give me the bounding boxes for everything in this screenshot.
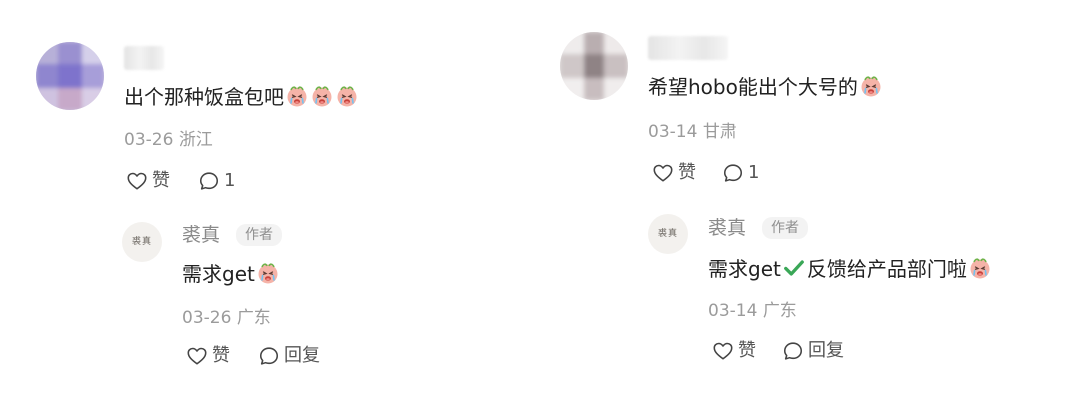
heart-outline-icon — [712, 340, 734, 362]
avatar[interactable] — [36, 42, 104, 110]
speech-bubble-icon — [722, 162, 744, 184]
reply-count-button[interactable]: 1 — [198, 169, 235, 193]
reply-location: 广东 — [236, 308, 271, 328]
comment-text: 希望hobo能出个大号的 — [648, 74, 883, 100]
comment-location: 甘肃 — [702, 122, 737, 142]
username-blurred[interactable] — [648, 36, 728, 60]
comment-location: 浙江 — [178, 130, 213, 150]
author-badge: 作者 — [236, 224, 282, 246]
avatar[interactable] — [560, 32, 628, 100]
like-label: 赞 — [212, 345, 230, 366]
author-badge: 作者 — [762, 217, 808, 239]
crying-face-emoji-icon — [968, 256, 992, 280]
heart-outline-icon — [652, 162, 674, 184]
like-label: 赞 — [738, 340, 756, 361]
reply-count-button[interactable]: 1 — [722, 161, 759, 185]
reply-avatar[interactable]: 裘真 — [648, 214, 688, 254]
reply-text: 需求get — [182, 261, 280, 287]
reply-meta: 03-26 广东 — [182, 307, 271, 329]
reply-button[interactable]: 回复 — [782, 339, 844, 363]
reply-count: 1 — [748, 162, 760, 183]
reply-location: 广东 — [762, 301, 797, 321]
reply-username[interactable]: 裘真 — [182, 223, 220, 247]
reply-count: 1 — [224, 170, 236, 191]
crying-face-emoji-icon — [285, 84, 309, 108]
crying-face-emoji-icon — [310, 84, 334, 108]
reply-label: 回复 — [808, 340, 844, 361]
crying-face-emoji-icon — [256, 261, 280, 285]
speech-bubble-icon — [258, 345, 280, 367]
reply-avatar[interactable]: 裘真 — [122, 222, 162, 262]
heart-outline-icon — [126, 170, 148, 192]
reply-meta: 03-14 广东 — [708, 300, 797, 322]
reply-avatar-logo-text: 裘真 — [131, 237, 152, 247]
reply-text: 需求get 反馈给产品部门啦 — [708, 256, 992, 282]
comment-date: 03-26 — [124, 130, 174, 150]
reply-like-button[interactable]: 赞 — [186, 344, 230, 368]
like-button[interactable]: 赞 — [126, 169, 170, 193]
crying-face-emoji-icon — [335, 84, 359, 108]
heart-outline-icon — [186, 345, 208, 367]
comment-text: 出个那种饭盒包吧 — [124, 84, 359, 110]
comment-meta: 03-26 浙江 — [124, 129, 213, 151]
reply-avatar-logo-text: 裘真 — [657, 229, 678, 239]
comment-meta: 03-14 甘肃 — [648, 121, 737, 143]
speech-bubble-icon — [198, 170, 220, 192]
reply-label: 回复 — [284, 345, 320, 366]
comment-date: 03-14 — [648, 122, 698, 142]
reply-like-button[interactable]: 赞 — [712, 339, 756, 363]
like-button[interactable]: 赞 — [652, 161, 696, 185]
reply-button[interactable]: 回复 — [258, 344, 320, 368]
crying-face-emoji-icon — [859, 74, 883, 98]
green-check-icon — [783, 257, 805, 279]
like-label: 赞 — [678, 162, 696, 183]
reply-date: 03-26 — [182, 308, 232, 328]
reply-date: 03-14 — [708, 301, 758, 321]
username-blurred[interactable] — [124, 46, 164, 70]
speech-bubble-icon — [782, 340, 804, 362]
reply-username[interactable]: 裘真 — [708, 216, 746, 240]
like-label: 赞 — [152, 170, 170, 191]
